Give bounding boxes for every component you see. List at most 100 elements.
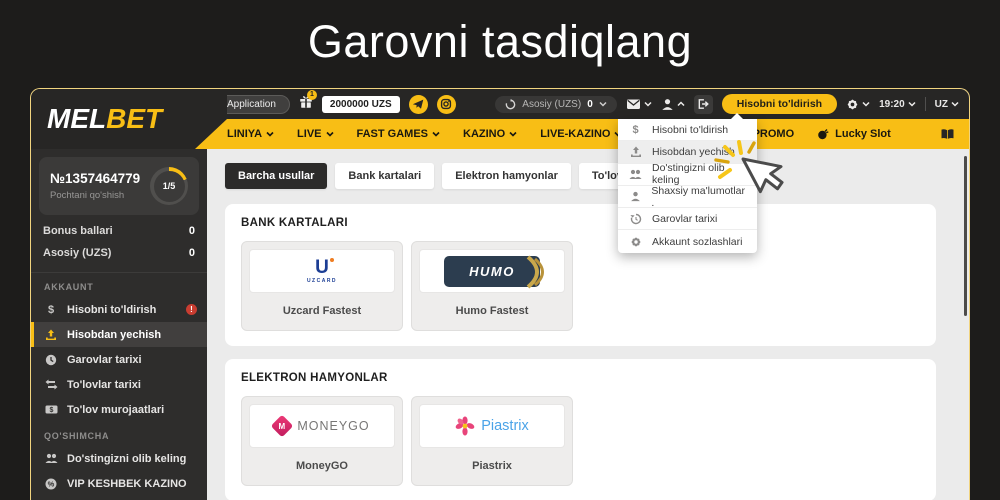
logout-icon [697,98,709,110]
nav-item-fast-games[interactable]: FAST GAMES [357,128,441,140]
sidebar-item-payment-requests[interactable]: $ To'lov murojaatlari [31,397,207,422]
payment-card-piastrix[interactable]: Piastrix Piastrix [411,396,573,486]
percent-icon: % [44,478,58,490]
instagram-icon [440,98,452,110]
main-content: Barcha usullar Bank kartalari Elektron h… [207,149,970,500]
rules-button[interactable] [940,128,955,140]
sidebar-section-akkaunt: AKKAUNT [31,273,207,297]
tab-all-methods[interactable]: Barcha usullar [225,163,327,189]
envelope-icon [626,98,641,110]
chevron-down-icon [599,101,607,107]
dollar-icon: $ [44,304,58,316]
account-balance-value: 0 [587,99,593,110]
piastrix-logo: Piastrix [419,404,565,448]
logout-button[interactable] [694,95,713,114]
nav-item-live-kazino[interactable]: LIVE-KAZINO [540,128,622,140]
logo-block[interactable]: MELBET [31,89,227,149]
screenshot-stage: Garovni tasdiqlang Application 1 2000000… [0,0,1000,500]
sidebar-item-deposit[interactable]: $ Hisobni to'ldirish ! [31,297,207,322]
nav-item-lucky-slot[interactable]: Lucky Slot [817,128,891,140]
section-title: ELEKTRON HAMYONLAR [241,372,920,384]
telegram-button[interactable] [409,95,428,114]
sidebar-item-refer-friend[interactable]: Do'stingizni olib keling [31,446,207,471]
people-icon [629,169,642,180]
instagram-button[interactable] [437,95,456,114]
section-title: BANK KARTALARI [241,217,920,229]
cursor-click-effect [698,135,788,225]
messages-button[interactable] [626,98,652,110]
dropdown-item-account-settings[interactable]: Akkaunt sozlashlari [618,230,757,252]
svg-text:$: $ [49,407,53,414]
payment-card-uzcard[interactable]: U UZCARD Uzcard Fastest [241,241,403,331]
chevron-down-icon [951,101,959,107]
withdraw-icon [44,329,58,341]
refresh-icon [505,99,516,110]
dropdown-pointer [730,113,744,120]
transfers-icon [44,379,58,390]
book-icon [940,128,955,140]
clock-icon [44,354,58,366]
sidebar-item-bets-history[interactable]: Garovlar tarixi [31,347,207,372]
chevron-down-icon [509,131,517,137]
tab-bank-cards[interactable]: Bank kartalari [335,163,434,189]
people-icon [44,453,58,464]
balance-rows: Bonus ballari0 Asosiy (UZS)0 [31,215,207,271]
app-window: Application 1 2000000 UZS Asosiy (UZS) 0 [30,88,970,500]
payment-card-moneygo[interactable]: M MONEYGO MoneyGO [241,396,403,486]
melbet-logo: MELBET [47,103,162,135]
sidebar: №1357464779 Pochtani qo'shish 1/5 Bonus … [31,149,207,500]
balance-row: Bonus ballari0 [43,225,195,237]
account-type-label: Asosiy (UZS) [522,99,581,110]
svg-text:%: % [48,479,55,488]
sidebar-item-bonuses[interactable]: Bonus va sovg'alar [31,496,207,500]
time-selector[interactable]: 19:20 [879,99,916,110]
sidebar-item-vip-cashback[interactable]: % VIP KESHBEK KAZINO [31,471,207,496]
e-wallets-panel: ELEKTRON HAMYONLAR M MONEYGO MoneyGO [225,359,936,500]
language-selector[interactable]: UZ [935,99,959,110]
telegram-icon [412,98,424,110]
add-email-link[interactable]: Pochtani qo'shish [50,190,140,201]
profile-menu-button[interactable] [661,98,685,111]
person-icon [661,98,674,111]
sidebar-item-payments-history[interactable]: To'lovlar tarixi [31,372,207,397]
time-value: 19:20 [879,99,905,110]
account-card: №1357464779 Pochtani qo'shish 1/5 [39,157,199,215]
nav-item-liniya[interactable]: LINIYA [227,128,274,140]
chevron-up-icon [677,101,685,107]
profile-progress-value: 1/5 [154,171,185,202]
chevron-down-icon [862,101,870,107]
history-icon [629,213,642,225]
person-icon [629,191,641,202]
alert-badge: ! [186,304,197,315]
bonus-balance: 2000000 UZS [322,96,400,113]
profile-progress-ring: 1/5 [150,167,188,205]
page-title: Garovni tasdiqlang [0,16,1000,68]
sidebar-item-withdraw[interactable]: Hisobdan yechish [31,322,207,347]
banknote-icon: $ [44,404,58,415]
content-scrollbar[interactable] [964,156,967,316]
nav-item-live[interactable]: LIVE [297,128,333,140]
account-balance-selector[interactable]: Asosiy (UZS) 0 [495,96,616,113]
humo-swoosh [524,254,548,290]
settings-menu-button[interactable] [846,98,870,111]
chevron-down-icon [266,131,274,137]
gift-count-badge: 1 [307,90,317,100]
payment-card-humo[interactable]: HUMO Humo Fastest [411,241,573,331]
moneygo-logo: M MONEYGO [249,404,395,448]
withdraw-icon [629,146,642,158]
chevron-down-icon [326,131,334,137]
gear-icon [629,236,642,248]
language-value: UZ [935,99,948,110]
gear-icon [846,98,859,111]
dollar-icon: $ [629,124,642,136]
chevron-down-icon [644,101,652,107]
tab-e-wallets[interactable]: Elektron hamyonlar [442,163,571,189]
deposit-button[interactable]: Hisobni to'ldirish [722,94,837,114]
nav-item-kazino[interactable]: KAZINO [463,128,517,140]
chevron-down-icon [908,101,916,107]
humo-logo: HUMO [419,249,565,293]
bonus-gift-button[interactable]: 1 [299,95,313,114]
lucky-slot-icon [817,128,829,140]
account-number: №1357464779 [50,171,140,186]
payment-tabs: Barcha usullar Bank kartalari Elektron h… [225,163,936,189]
